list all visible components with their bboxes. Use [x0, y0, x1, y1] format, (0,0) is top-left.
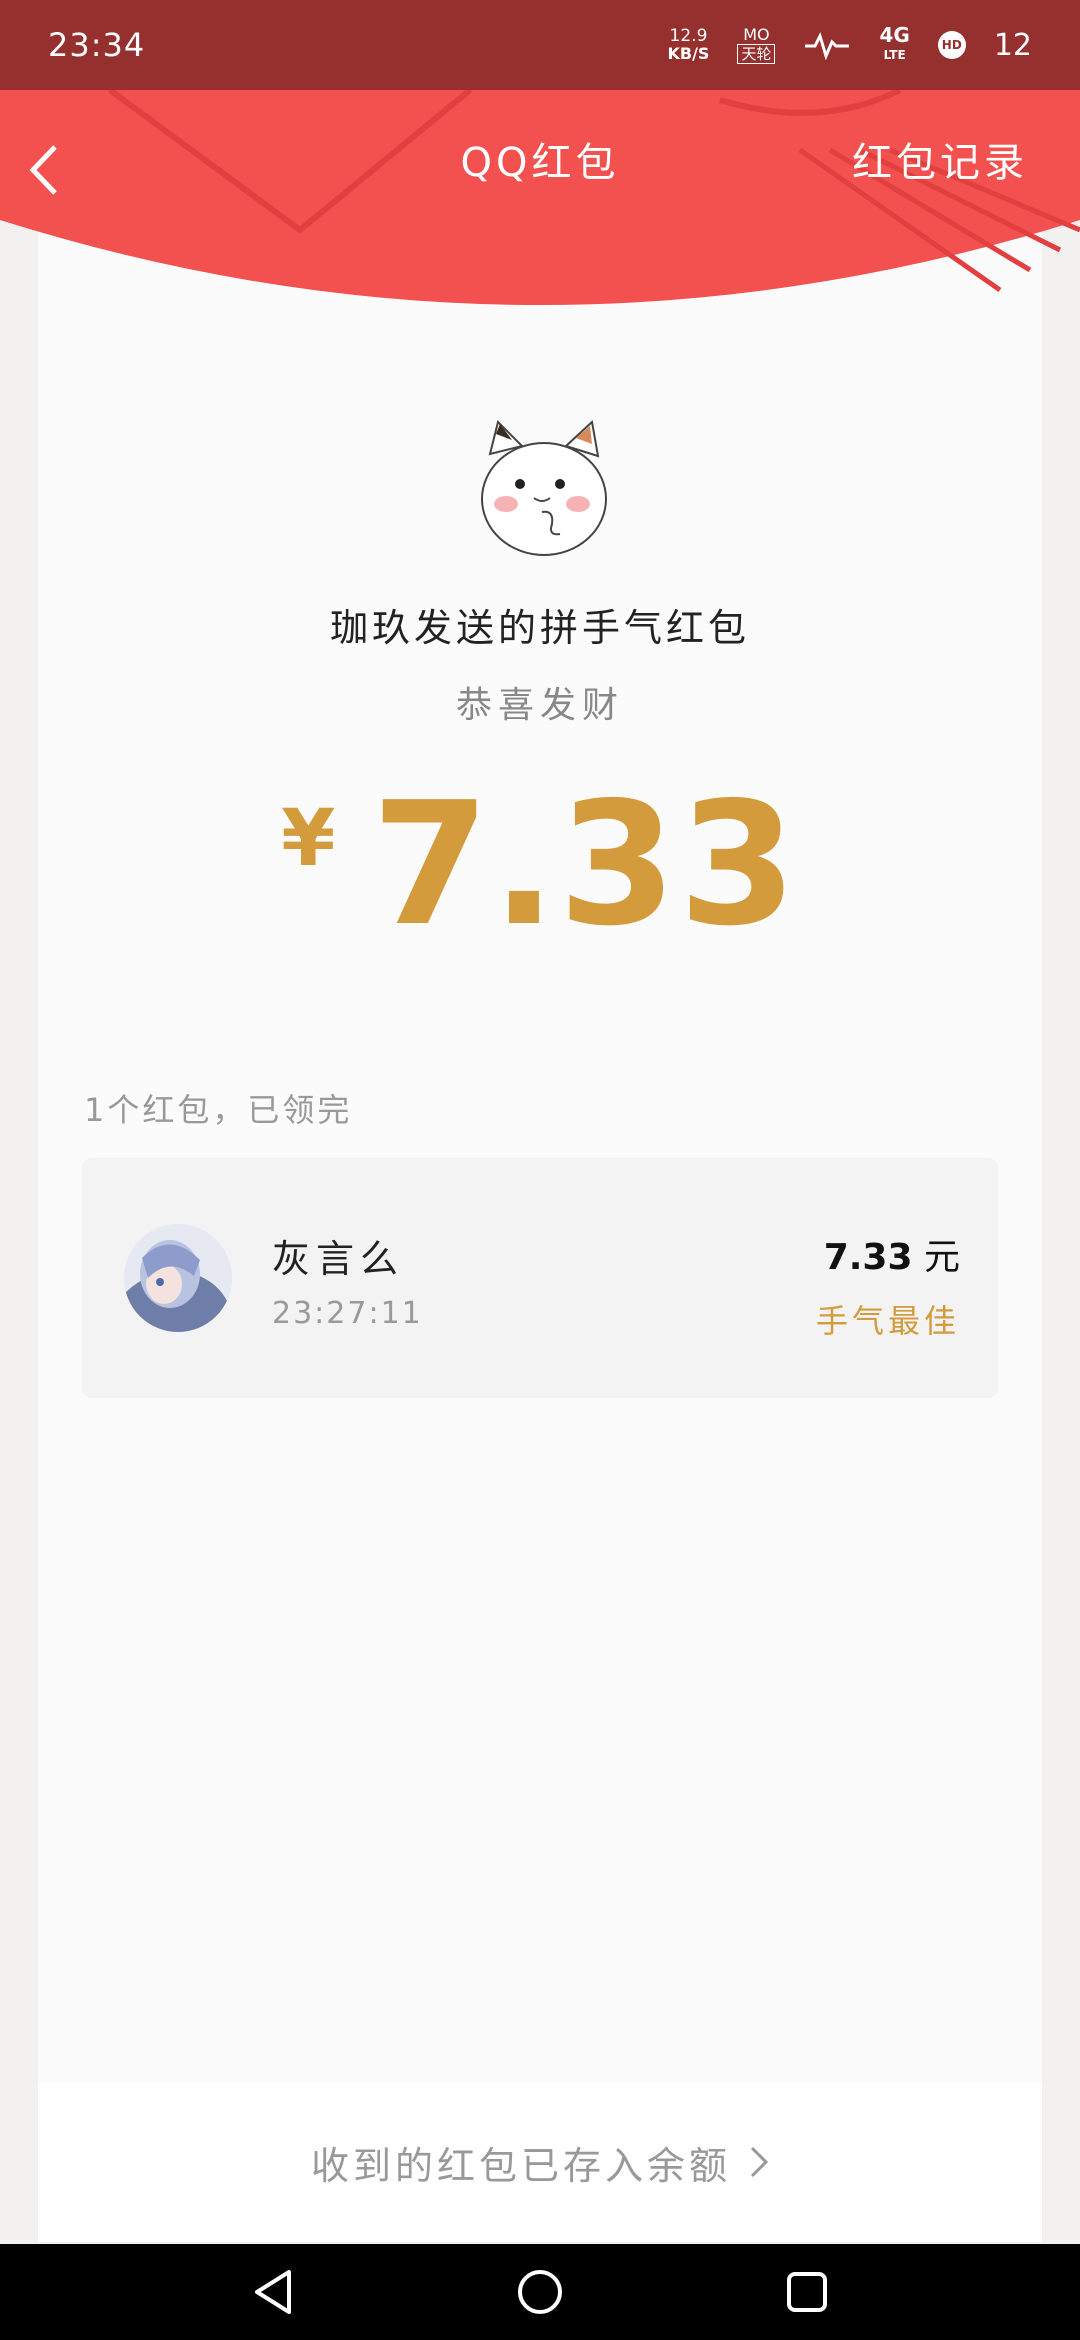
network-sub-label: LTE	[883, 48, 906, 62]
packet-amount: 7.33	[371, 766, 799, 964]
balance-link-label: 收到的红包已存入余额	[310, 2143, 731, 2188]
status-time: 23:34	[48, 26, 146, 64]
receiver-row[interactable]: 灰言么 23:27:11 7.33 元 手气最佳	[82, 1158, 998, 1398]
status-icons: 12.9 KB/S MO 天轮 4G LTE HD 12	[667, 25, 1032, 65]
receiver-amount-value: 7.33	[823, 1237, 913, 1278]
greeting: 恭喜发财	[455, 685, 624, 726]
amount-display: ¥ 7.33	[0, 780, 1080, 950]
nav-recents-button[interactable]	[771, 2256, 843, 2328]
cat-sticker	[481, 420, 607, 556]
square-recents-icon	[786, 2272, 827, 2312]
carrier-badge: MO 天轮	[737, 25, 776, 64]
hd-icon: HD	[937, 31, 966, 59]
receiver-name: 灰言么	[272, 1237, 405, 1281]
footer: 收到的红包已存入余额	[38, 2082, 1042, 2242]
chevron-right-icon	[750, 2146, 769, 2178]
nav-home-button[interactable]	[504, 2256, 576, 2328]
currency-symbol: ¥	[281, 794, 336, 884]
battery-level: 12	[993, 27, 1032, 63]
sender-line: 珈玖发送的拼手气红包	[329, 606, 750, 650]
receiver-amount-unit: 元	[923, 1237, 960, 1278]
signal-wave-icon	[805, 31, 850, 60]
carrier-top: MO	[743, 25, 770, 44]
nav-back-button[interactable]	[237, 2256, 309, 2328]
header-background	[0, 90, 1080, 305]
receiver-amount: 7.33 元	[824, 1228, 960, 1280]
network-type-label: 4G	[879, 23, 910, 47]
triangle-back-icon	[255, 2270, 292, 2314]
carrier-bottom: 天轮	[737, 44, 776, 64]
best-luck-badge: 手气最佳	[815, 1302, 960, 1340]
network-type: 4G LTE	[879, 25, 909, 65]
status-bar: 23:34 12.9 KB/S MO 天轮 4G LTE HD 12	[0, 0, 1080, 90]
avatar[interactable]	[124, 1224, 232, 1332]
receiver-time: 23:27:11	[272, 1296, 423, 1331]
balance-link[interactable]: 收到的红包已存入余额	[311, 2135, 769, 2190]
net-speed-unit: KB/S	[667, 44, 710, 63]
system-nav-bar	[0, 2244, 1080, 2340]
net-speed: 12.9 KB/S	[667, 27, 709, 63]
claim-summary: 1个红包，已领完	[84, 1091, 353, 1129]
circle-home-icon	[517, 2270, 562, 2314]
red-packet-records-link[interactable]: 红包记录	[852, 130, 1028, 188]
net-speed-value: 12.9	[669, 26, 708, 46]
header: QQ红包 红包记录	[0, 90, 1080, 322]
